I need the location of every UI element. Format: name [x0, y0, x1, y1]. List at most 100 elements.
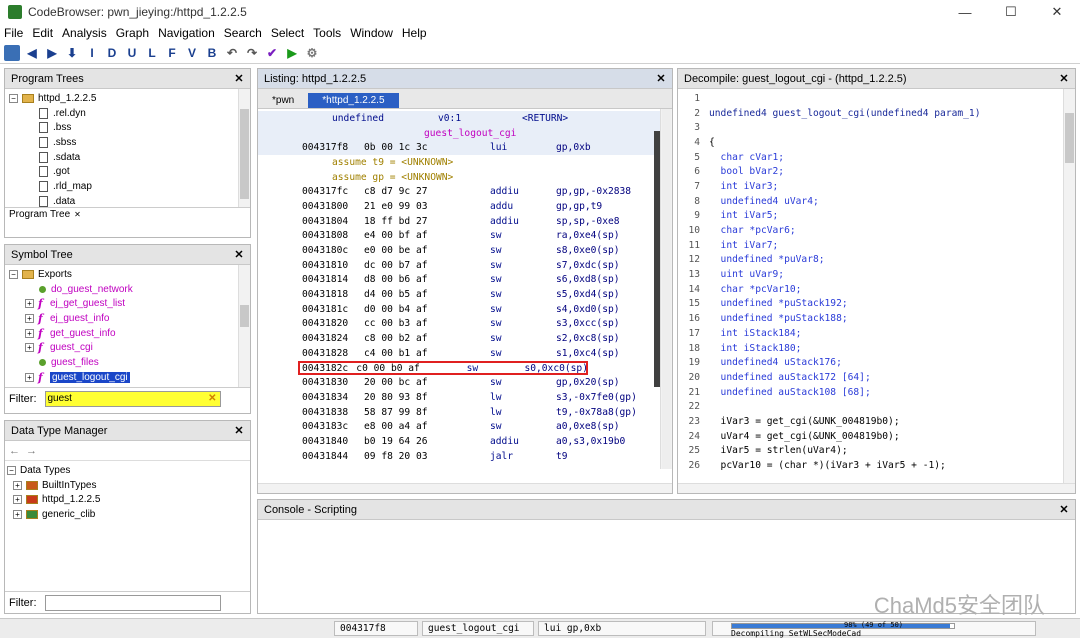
settings-icon[interactable]: ⚙: [304, 45, 320, 61]
close-tab-icon[interactable]: ✕: [74, 210, 81, 219]
back-icon[interactable]: ◀: [24, 45, 40, 61]
save-icon[interactable]: [4, 44, 20, 61]
instruction-row[interactable]: 004317f8 0b 00 1c 3c lui gp,0xb: [258, 140, 672, 156]
code-line[interactable]: 17 int iStack184;: [678, 326, 1075, 341]
code-line[interactable]: 15 undefined *puStack192;: [678, 297, 1075, 312]
redo-icon[interactable]: ↷: [244, 45, 260, 61]
tree-item[interactable]: .sbss: [9, 135, 250, 150]
nav-function-icon[interactable]: F: [164, 45, 180, 61]
close-icon[interactable]: ✕: [1057, 502, 1071, 516]
vertical-scrollbar[interactable]: [238, 89, 250, 207]
code-line[interactable]: 22: [678, 399, 1075, 414]
dtm-root[interactable]: − Data Types: [7, 463, 250, 478]
code-line[interactable]: 8 undefined4 uVar4;: [678, 194, 1075, 209]
back-icon[interactable]: ←: [9, 445, 20, 457]
close-icon[interactable]: ✕: [1057, 71, 1071, 85]
instruction-row[interactable]: 0043181c d0 00 b4 af sw s4,0xd0(sp): [258, 302, 672, 317]
down-arrow-icon[interactable]: ⬇: [64, 45, 80, 61]
menu-file[interactable]: File: [4, 26, 23, 40]
run-icon[interactable]: ▶: [284, 45, 300, 61]
instruction-row[interactable]: 00431838 58 87 99 8f lw t9,-0x78a8(gp): [258, 405, 672, 420]
dtm-filter-input[interactable]: [44, 594, 221, 611]
symbol-item[interactable]: + f get_guest_info: [9, 326, 250, 341]
code-line[interactable]: 14 char *pcVar10;: [678, 282, 1075, 297]
symbol-item[interactable]: + f guest_cgi: [9, 340, 250, 355]
tree-item[interactable]: .got: [9, 164, 250, 179]
forward-icon[interactable]: →: [26, 445, 37, 457]
tree-item[interactable]: .rld_map: [9, 179, 250, 194]
code-line[interactable]: 5 char cVar1;: [678, 150, 1075, 165]
symbol-filter-input[interactable]: guest ✕: [44, 390, 221, 407]
instruction-row[interactable]: 00431804 18 ff bd 27 addiu sp,sp,-0xe8: [258, 214, 672, 229]
menu-window[interactable]: Window: [350, 26, 393, 40]
code-line[interactable]: 3: [678, 120, 1075, 135]
nav-value-icon[interactable]: V: [184, 45, 200, 61]
vertical-scrollbar[interactable]: [238, 265, 250, 387]
data-type-tree[interactable]: − Data Types + BuiltInTypes + httpd_1.2.2.5…: [5, 461, 250, 591]
instruction-row[interactable]: 0043183c e8 00 a4 af sw a0,0xe8(sp): [258, 419, 672, 434]
code-line[interactable]: 20 undefined auStack172 [64];: [678, 370, 1075, 385]
console-output[interactable]: ChaMd5安全团队: [258, 520, 1075, 618]
code-line[interactable]: 25 iVar5 = strlen(uVar4);: [678, 444, 1075, 459]
close-icon[interactable]: ✕: [232, 71, 246, 85]
instruction-row[interactable]: 0043180c e0 00 be af sw s8,0xe0(sp): [258, 243, 672, 258]
instruction-row[interactable]: 00431824 c8 00 b2 af sw s2,0xc8(sp): [258, 331, 672, 346]
minimize-button[interactable]: —: [942, 0, 988, 24]
horizontal-scrollbar[interactable]: [258, 483, 672, 493]
assume-line[interactable]: assume gp = <UNKNOWN>: [258, 170, 672, 185]
nav-bookmark-icon[interactable]: B: [204, 45, 220, 61]
vertical-scrollbar[interactable]: [1063, 89, 1075, 483]
menu-search[interactable]: Search: [224, 26, 262, 40]
code-line[interactable]: 13 uint uVar9;: [678, 267, 1075, 282]
instruction-row[interactable]: 00431800 21 e0 99 03 addu gp,gp,t9: [258, 199, 672, 214]
listing-view[interactable]: undefined v0:1 <RETURN> guest_logout_cgi…: [258, 109, 672, 469]
code-line[interactable]: 23 iVar3 = get_cgi(&UNK_004819b0);: [678, 414, 1075, 429]
tab-program-tree[interactable]: Program Tree: [9, 209, 70, 220]
close-window-button[interactable]: ✕: [1034, 0, 1080, 24]
menu-help[interactable]: Help: [402, 26, 427, 40]
instruction-row[interactable]: 004317fc c8 d7 9c 27 addiu gp,gp,-0x2838: [258, 184, 672, 199]
instruction-row[interactable]: 00431828 c4 00 b1 af sw s1,0xc4(sp): [258, 346, 672, 361]
symbol-item[interactable]: + f ej_guest_info: [9, 311, 250, 326]
instruction-row[interactable]: 00431840 b0 19 64 26 addiu a0,s3,0x19b0: [258, 434, 672, 449]
code-line[interactable]: 9 int iVar5;: [678, 209, 1075, 224]
symbol-tree-view[interactable]: − Exports do_guest_network + f ej_get_guest…: [5, 265, 250, 387]
instruction-row[interactable]: 00431834 20 80 93 8f lw s3,-0x7fe0(gp): [258, 390, 672, 405]
nav-instruction-icon[interactable]: I: [84, 45, 100, 61]
menu-analysis[interactable]: Analysis: [62, 26, 107, 40]
tree-exports-folder[interactable]: − Exports: [9, 267, 250, 282]
vertical-scrollbar[interactable]: [660, 109, 672, 469]
instruction-row[interactable]: 00431818 d4 00 b5 af sw s5,0xd4(sp): [258, 287, 672, 302]
horizontal-scrollbar[interactable]: [678, 483, 1075, 493]
nav-undefined-icon[interactable]: U: [124, 45, 140, 61]
code-line[interactable]: 12 undefined *puVar8;: [678, 253, 1075, 268]
assume-line[interactable]: assume t9 = <UNKNOWN>: [258, 155, 672, 170]
instruction-row[interactable]: 00431808 e4 00 bf af sw ra,0xe4(sp): [258, 229, 672, 244]
dtm-item[interactable]: + generic_clib: [7, 507, 250, 522]
close-icon[interactable]: ✕: [232, 247, 246, 261]
instruction-row[interactable]: 00431810 dc 00 b7 af sw s7,0xdc(sp): [258, 258, 672, 273]
menu-edit[interactable]: Edit: [32, 26, 53, 40]
tab-pwn[interactable]: *pwn: [258, 93, 308, 108]
close-icon[interactable]: ✕: [232, 423, 246, 437]
check-icon[interactable]: ✔: [264, 45, 280, 61]
nav-data-icon[interactable]: D: [104, 45, 120, 61]
symbol-item[interactable]: + f ej_get_guest_list: [9, 296, 250, 311]
code-line[interactable]: 18 int iStack180;: [678, 341, 1075, 356]
code-line[interactable]: 1: [678, 91, 1075, 106]
code-line[interactable]: 10 char *pcVar6;: [678, 223, 1075, 238]
clear-filter-icon[interactable]: ✕: [208, 393, 216, 404]
code-line[interactable]: 7 int iVar3;: [678, 179, 1075, 194]
dtm-item[interactable]: + httpd_1.2.2.5: [7, 492, 250, 507]
code-line[interactable]: 19 undefined4 uStack176;: [678, 355, 1075, 370]
tree-item[interactable]: .rel.dyn: [9, 106, 250, 121]
menu-graph[interactable]: Graph: [116, 26, 149, 40]
decompile-view[interactable]: 1 2 undefined4 guest_logout_cgi(undefined4…: [678, 89, 1075, 483]
code-line[interactable]: 6 bool bVar2;: [678, 164, 1075, 179]
undo-icon[interactable]: ↶: [224, 45, 240, 61]
dtm-item[interactable]: + BuiltInTypes: [7, 478, 250, 493]
code-line[interactable]: 2 undefined4 guest_logout_cgi(undefined4 …: [678, 106, 1075, 121]
instruction-row[interactable]: 00431844 09 f8 20 03 jalr t9: [258, 449, 672, 464]
close-icon[interactable]: ✕: [654, 71, 668, 85]
menu-tools[interactable]: Tools: [313, 26, 341, 40]
